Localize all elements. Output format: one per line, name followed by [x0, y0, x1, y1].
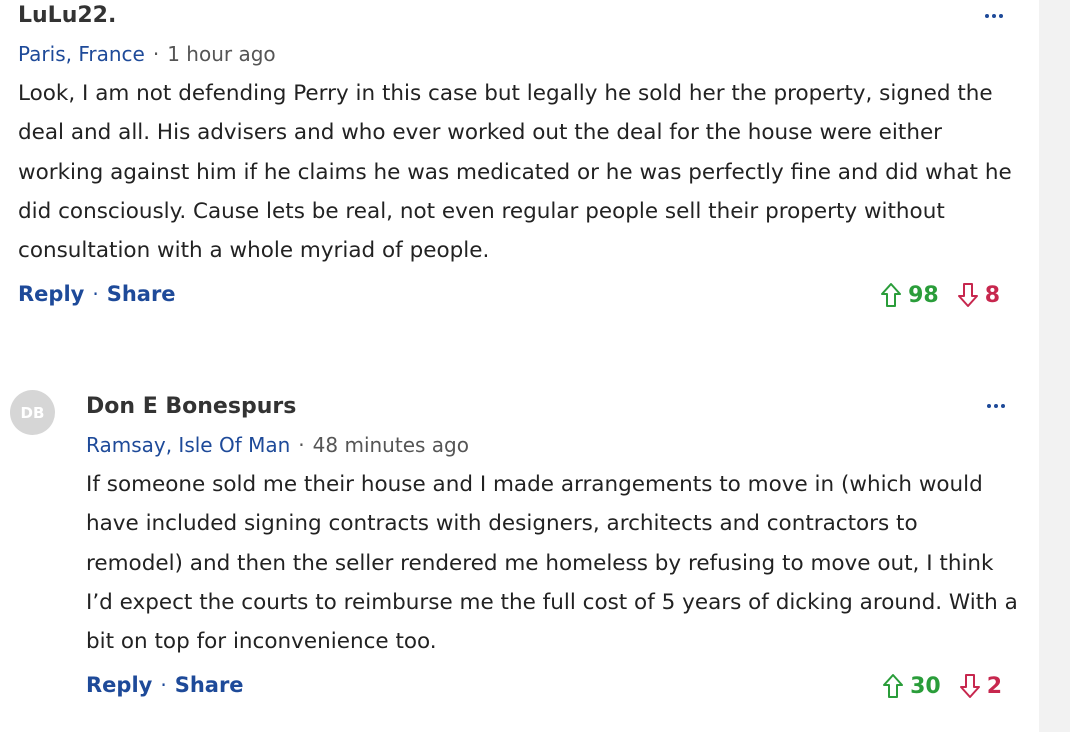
upvote-count: 98: [908, 282, 939, 308]
upvote-arrow-icon: [883, 674, 904, 699]
more-options-icon[interactable]: [982, 4, 1006, 28]
comment-author[interactable]: LuLu22.: [18, 0, 1018, 33]
upvote-arrow-icon: [881, 283, 902, 308]
share-button[interactable]: Share: [107, 282, 176, 306]
comment-actions: Reply · Share 30 2: [86, 673, 1020, 709]
vote-controls: 30 2: [882, 673, 1002, 699]
meta-separator: ·: [152, 42, 160, 66]
comment-body: Don E Bonespurs Ramsay, Isle Of Man · 48 m…: [86, 390, 1020, 709]
action-separator: ·: [92, 282, 99, 307]
reply-button[interactable]: Reply: [18, 282, 84, 306]
comment-location: Paris, France: [18, 42, 145, 66]
comment-author[interactable]: Don E Bonespurs: [86, 390, 1020, 424]
downvote-arrow-icon: [957, 283, 978, 308]
comment-actions: Reply · Share 98 8: [18, 282, 1018, 318]
comment-meta: Ramsay, Isle Of Man · 48 minutes ago: [86, 429, 1020, 461]
vote-controls: 98 8: [880, 282, 1000, 308]
comment-time: 1 hour ago: [167, 42, 276, 66]
comment-meta: Paris, France · 1 hour ago: [18, 38, 1018, 70]
reply-button[interactable]: Reply: [86, 673, 152, 697]
comment-text: If someone sold me their house and I mad…: [86, 472, 1018, 655]
right-gutter: [1039, 0, 1070, 732]
downvote-count: 2: [986, 673, 1002, 699]
upvote-count: 30: [910, 673, 941, 699]
share-button[interactable]: Share: [175, 673, 244, 697]
comment-text: Look, I am not defending Perry in this c…: [18, 81, 1012, 264]
comment-body: LuLu22. Paris, France · 1 hour ago Look, I…: [18, 0, 1018, 318]
downvote-count: 8: [984, 282, 1000, 308]
comment-location: Ramsay, Isle Of Man: [86, 433, 291, 457]
action-separator: ·: [160, 673, 167, 698]
upvote-button[interactable]: 30: [882, 673, 941, 699]
meta-separator: ·: [298, 433, 305, 457]
comment-time: 48 minutes ago: [312, 433, 469, 457]
downvote-arrow-icon: [959, 674, 980, 699]
downvote-button[interactable]: 8: [957, 282, 1000, 308]
upvote-button[interactable]: 98: [880, 282, 939, 308]
downvote-button[interactable]: 2: [959, 673, 1002, 699]
avatar[interactable]: DB: [10, 390, 55, 435]
more-options-icon[interactable]: [984, 394, 1008, 418]
